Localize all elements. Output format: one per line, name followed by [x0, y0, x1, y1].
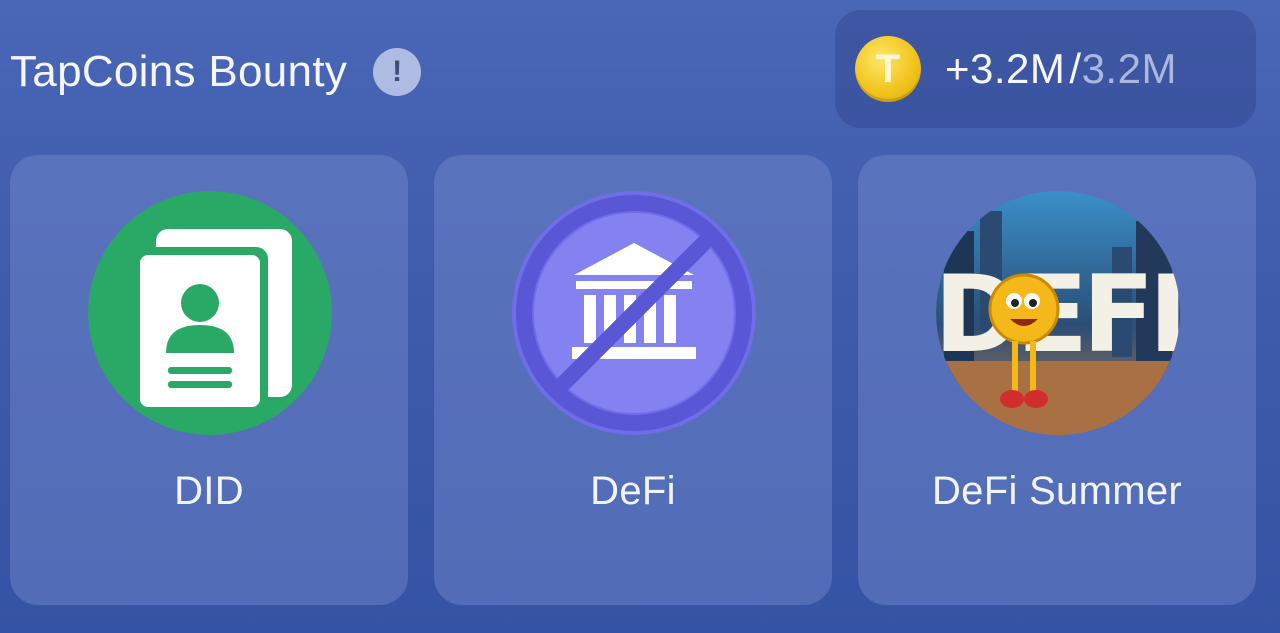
defi-summer-artwork: DEFI — [936, 191, 1180, 435]
coin-icon: T — [855, 36, 921, 102]
title-group: TapCoins Bounty ! — [10, 40, 422, 104]
id-card-icon — [88, 191, 332, 435]
balance-text: +3.2M/3.2M — [945, 45, 1177, 93]
balance-earned: +3.2M — [945, 45, 1066, 92]
card-did[interactable]: DID — [10, 155, 408, 605]
card-label-did: DID — [174, 469, 244, 513]
card-label-defi-summer: DeFi Summer — [932, 469, 1182, 513]
card-label-defi: DeFi — [590, 469, 676, 513]
bounty-cards: DID DeFi DeFi Summer — [10, 155, 1260, 605]
header: TapCoins Bounty ! T +3.2M/3.2M — [0, 0, 1280, 140]
balance-badge: T +3.2M/3.2M — [835, 10, 1256, 128]
info-icon[interactable]: ! — [373, 48, 422, 96]
card-defi-summer[interactable]: DEFI DeFi Summer — [858, 155, 1256, 605]
card-defi[interactable]: DeFi — [434, 155, 832, 605]
balance-separator: / — [1069, 45, 1082, 92]
balance-total: 3.2M — [1081, 45, 1177, 92]
page-title: TapCoins Bounty — [10, 47, 348, 96]
no-bank-icon — [512, 191, 756, 435]
